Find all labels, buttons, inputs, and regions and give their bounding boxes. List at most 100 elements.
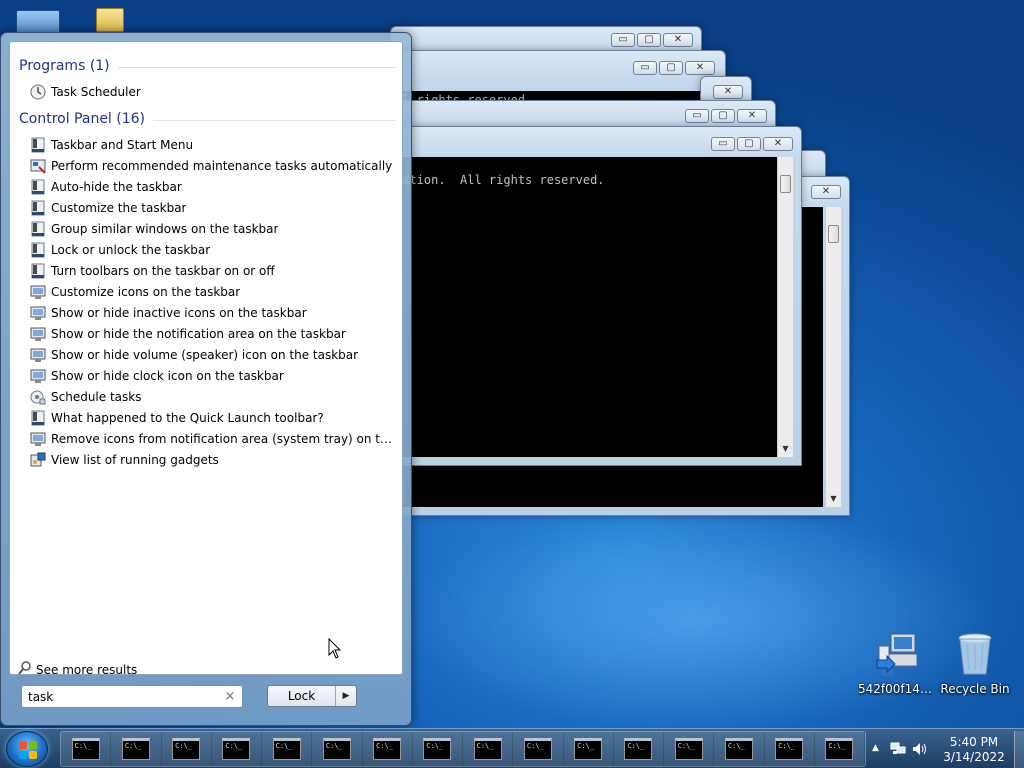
taskbar-buttons: C:\_ C:\_ C:\_ C:\_ C:\_ C:\_ C:\_ C:\_ C:\_ C:\_… bbox=[60, 731, 866, 767]
desktop-icon-label: Recycle Bin bbox=[940, 682, 1010, 696]
taskbar-icon bbox=[30, 263, 46, 279]
maximize-button[interactable]: ▢ bbox=[711, 109, 735, 123]
close-button[interactable]: ✕ bbox=[685, 61, 715, 75]
taskbar-button-cmd-window-13[interactable]: C:\_ bbox=[664, 732, 715, 766]
clear-search-icon[interactable]: × bbox=[224, 689, 236, 704]
result-item-control-panel[interactable]: Show or hide inactive icons on the taskb… bbox=[30, 303, 396, 323]
taskbar-button-cmd-window-15[interactable]: C:\_ bbox=[765, 732, 815, 766]
command-prompt-icon: C:\_ bbox=[473, 738, 502, 760]
result-item-control-panel[interactable]: Taskbar and Start Menu bbox=[30, 135, 396, 155]
result-item-control-panel[interactable]: Show or hide the notification area on th… bbox=[30, 324, 396, 344]
desktop-icon-network-computer[interactable]: 542f00f144d... bbox=[858, 630, 936, 696]
results-group-header-programs[interactable]: Programs (1) bbox=[19, 58, 395, 74]
result-item-control-panel[interactable]: Show or hide clock icon on the taskbar bbox=[30, 366, 396, 386]
scroll-down-arrow[interactable]: ▼ bbox=[778, 441, 793, 457]
mouse-cursor-icon bbox=[328, 637, 342, 660]
see-more-results-link[interactable]: See more results bbox=[18, 661, 137, 678]
action-center-icon bbox=[30, 158, 46, 174]
lock-button-label[interactable]: Lock bbox=[268, 686, 336, 706]
taskbar-button-cmd-window-14[interactable]: C:\_ bbox=[714, 732, 765, 766]
result-item-control-panel[interactable]: Show or hide volume (speaker) icon on th… bbox=[30, 345, 396, 365]
minimize-button[interactable]: ▭ bbox=[611, 33, 635, 47]
scroll-thumb[interactable] bbox=[828, 225, 839, 243]
command-prompt-icon: C:\_ bbox=[423, 738, 452, 760]
maximize-button[interactable]: ▢ bbox=[637, 33, 661, 47]
desktop-icon-recycle-bin[interactable]: Recycle Bin bbox=[936, 630, 1014, 696]
result-item-control-panel[interactable]: What happened to the Quick Launch toolba… bbox=[30, 408, 396, 428]
command-prompt-icon: C:\_ bbox=[574, 738, 603, 760]
maximize-button[interactable]: ▢ bbox=[659, 61, 683, 75]
network-icon[interactable] bbox=[890, 742, 906, 759]
notification-icon bbox=[30, 326, 46, 342]
result-item-control-panel[interactable]: Customize icons on the taskbar bbox=[30, 282, 396, 302]
taskbar-button-cmd-window-10[interactable]: C:\_ bbox=[513, 732, 564, 766]
start-search-box[interactable]: × bbox=[21, 685, 243, 708]
search-input[interactable] bbox=[28, 689, 224, 704]
notification-icon bbox=[30, 347, 46, 363]
clock-icon bbox=[30, 84, 46, 100]
system-clock[interactable]: 5:40 PM 3/14/2022 bbox=[930, 735, 1018, 765]
minimize-button[interactable]: ▭ bbox=[685, 109, 709, 123]
vertical-scrollbar[interactable]: ▼ bbox=[825, 207, 841, 507]
shutdown-options-arrow-icon[interactable]: ▶ bbox=[336, 686, 356, 706]
maximize-button[interactable]: ▢ bbox=[737, 137, 761, 151]
result-item-control-panel[interactable]: Remove icons from notification area (sys… bbox=[30, 429, 396, 449]
scroll-down-arrow[interactable]: ▼ bbox=[826, 491, 841, 507]
result-item-label: Customize icons on the taskbar bbox=[51, 285, 241, 299]
result-item-control-panel[interactable]: Perform recommended maintenance tasks au… bbox=[30, 156, 396, 176]
close-button[interactable]: ✕ bbox=[811, 185, 841, 199]
taskbar-icon bbox=[30, 242, 46, 258]
close-button[interactable]: ✕ bbox=[737, 109, 767, 123]
result-item-task-scheduler[interactable]: Task Scheduler bbox=[30, 82, 396, 102]
result-item-control-panel[interactable]: Turn toolbars on the taskbar on or off bbox=[30, 261, 396, 281]
minimize-button[interactable]: ▭ bbox=[711, 137, 735, 151]
search-icon bbox=[18, 661, 32, 678]
results-group-header-control-panel[interactable]: Control Panel (16) bbox=[19, 111, 395, 127]
result-item-label: Remove icons from notification area (sys… bbox=[51, 432, 396, 446]
taskbar-button-cmd-window-6[interactable]: C:\_ bbox=[312, 732, 363, 766]
cmd-window-front[interactable]: ▭▢✕ ] ration. All rights reserved. ▼ bbox=[390, 126, 802, 466]
windows-logo-icon bbox=[19, 741, 37, 759]
show-desktop-button[interactable] bbox=[1014, 731, 1024, 768]
taskbar-button-cmd-window-11[interactable]: C:\_ bbox=[564, 732, 614, 766]
result-item-label: What happened to the Quick Launch toolba… bbox=[51, 411, 324, 425]
result-item-label: Perform recommended maintenance tasks au… bbox=[51, 159, 393, 173]
notification-icon bbox=[30, 368, 46, 384]
taskbar-button-cmd-window-1[interactable]: C:\_ bbox=[61, 732, 112, 766]
desktop-icon-folder[interactable] bbox=[96, 8, 124, 32]
close-button[interactable]: ✕ bbox=[763, 137, 793, 151]
result-item-label: Customize the taskbar bbox=[51, 201, 187, 215]
result-item-control-panel[interactable]: Group similar windows on the taskbar bbox=[30, 219, 396, 239]
taskbar-button-cmd-window-3[interactable]: C:\_ bbox=[162, 732, 212, 766]
command-prompt-icon: C:\_ bbox=[71, 738, 100, 760]
start-button[interactable] bbox=[6, 731, 48, 767]
taskbar-button-cmd-window-5[interactable]: C:\_ bbox=[262, 732, 313, 766]
taskbar-button-cmd-window-12[interactable]: C:\_ bbox=[614, 732, 664, 766]
taskbar-button-cmd-window-8[interactable]: C:\_ bbox=[413, 732, 463, 766]
taskbar-button-cmd-window-16[interactable]: C:\_ bbox=[815, 732, 865, 766]
desktop-icon-computer[interactable] bbox=[16, 10, 60, 34]
minimize-button[interactable]: ▭ bbox=[633, 61, 657, 75]
taskbar: C:\_ C:\_ C:\_ C:\_ C:\_ C:\_ C:\_ C:\_ C:\_ C:\_… bbox=[0, 728, 1024, 768]
result-item-control-panel[interactable]: Schedule tasks bbox=[30, 387, 396, 407]
start-menu-bottom-bar: × Lock ▶ bbox=[9, 681, 403, 719]
show-hidden-icons-icon[interactable]: ▲ bbox=[872, 743, 879, 753]
result-item-control-panel[interactable]: Auto-hide the taskbar bbox=[30, 177, 396, 197]
taskbar-button-cmd-window-2[interactable]: C:\_ bbox=[111, 732, 162, 766]
scroll-thumb[interactable] bbox=[780, 175, 791, 193]
taskbar-button-cmd-window-7[interactable]: C:\_ bbox=[363, 732, 413, 766]
result-item-control-panel[interactable]: Customize the taskbar bbox=[30, 198, 396, 218]
command-prompt-icon: C:\_ bbox=[373, 738, 402, 760]
vertical-scrollbar[interactable]: ▼ bbox=[777, 157, 793, 457]
lock-button[interactable]: Lock ▶ bbox=[267, 685, 357, 707]
taskbar-button-cmd-window-9[interactable]: C:\_ bbox=[463, 732, 514, 766]
result-item-label: Show or hide clock icon on the taskbar bbox=[51, 369, 284, 383]
result-item-control-panel[interactable]: View list of running gadgets bbox=[30, 450, 396, 470]
gadgets-icon bbox=[30, 452, 46, 468]
result-item-control-panel[interactable]: Lock or unlock the taskbar bbox=[30, 240, 396, 260]
close-button[interactable]: ✕ bbox=[713, 85, 743, 99]
command-prompt-icon: C:\_ bbox=[172, 738, 201, 760]
taskbar-button-cmd-window-4[interactable]: C:\_ bbox=[212, 732, 262, 766]
close-button[interactable]: ✕ bbox=[663, 33, 693, 47]
volume-icon[interactable] bbox=[912, 742, 928, 759]
